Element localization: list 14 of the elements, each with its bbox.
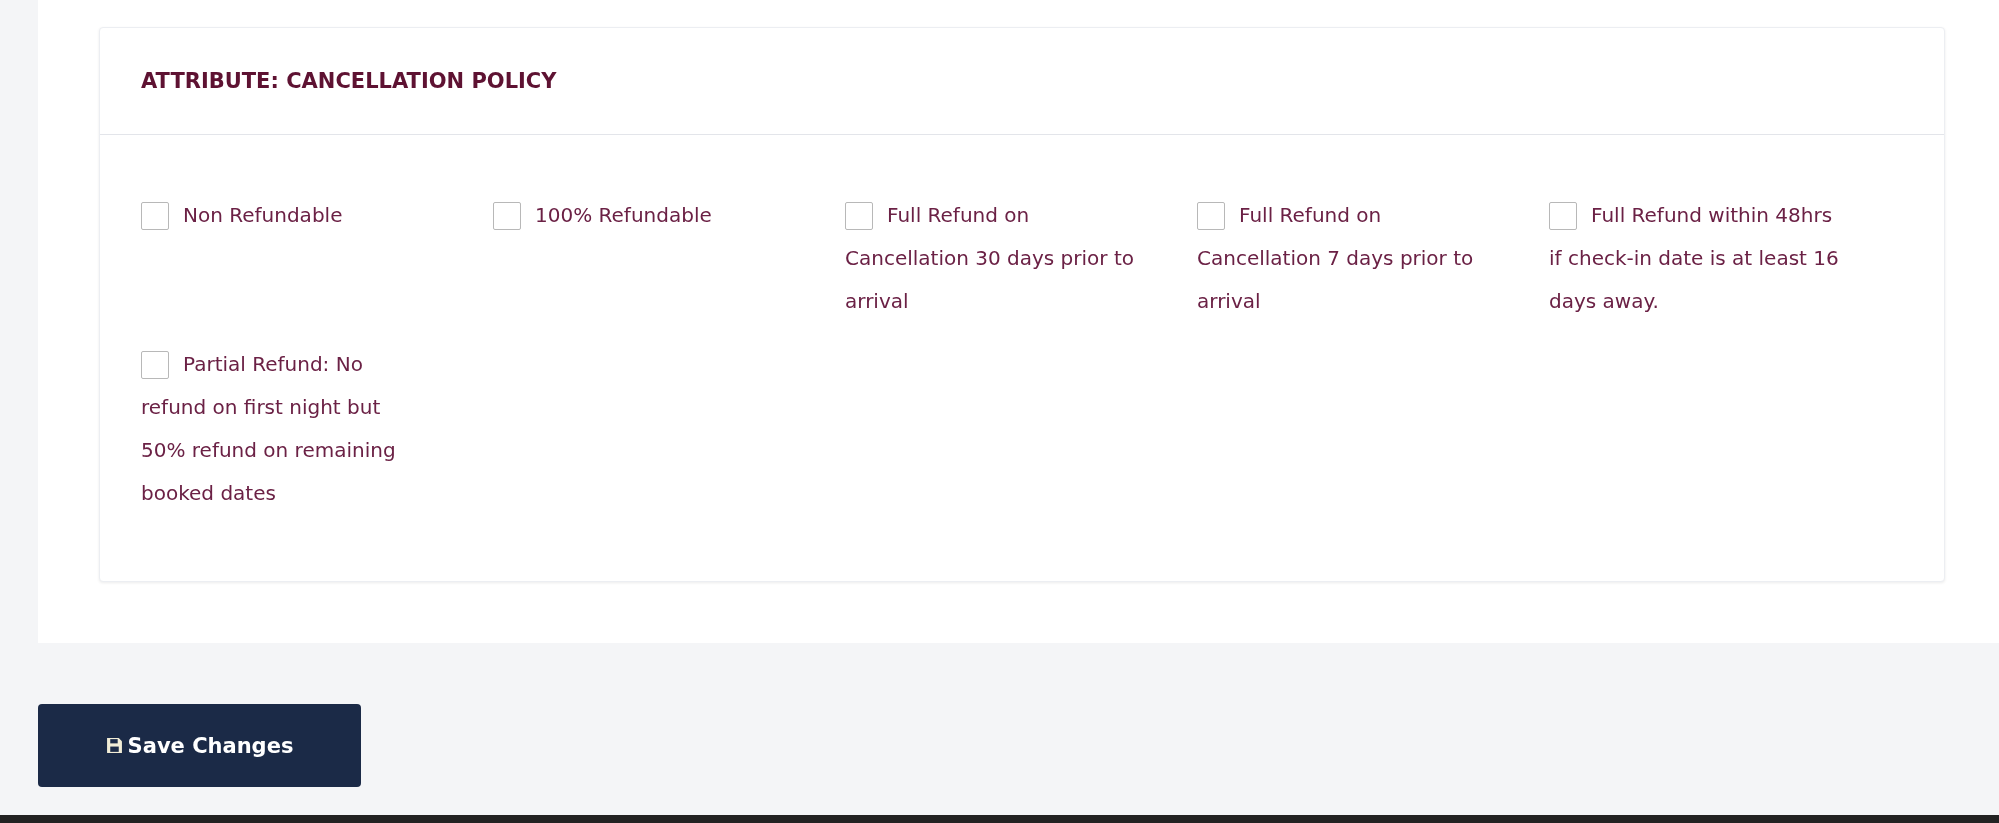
checkbox-option[interactable]: Full Refund within 48hrs if check-in date is at least 16 days away. xyxy=(1549,194,1839,323)
checkbox[interactable] xyxy=(845,202,873,230)
save-button[interactable]: Save Changes xyxy=(38,704,361,787)
checkbox-option[interactable]: 100% Refundable xyxy=(493,194,783,323)
checkbox-option[interactable]: Non Refundable xyxy=(141,194,431,323)
checkbox[interactable] xyxy=(1197,202,1225,230)
checkbox-option[interactable]: Full Refund on Cancellation 7 days prior to arrival xyxy=(1197,194,1487,323)
card-title: ATTRIBUTE: CANCELLATION POLICY xyxy=(141,69,557,93)
checkbox-option[interactable]: Partial Refund: No refund on first night but 50% refund on remaining booked dates xyxy=(141,343,431,515)
checkbox[interactable] xyxy=(1549,202,1577,230)
checkbox[interactable] xyxy=(493,202,521,230)
checkbox[interactable] xyxy=(141,202,169,230)
checkbox[interactable] xyxy=(141,351,169,379)
checkbox-option[interactable]: Full Refund on Cancellation 30 days prior to arrival xyxy=(845,194,1135,323)
